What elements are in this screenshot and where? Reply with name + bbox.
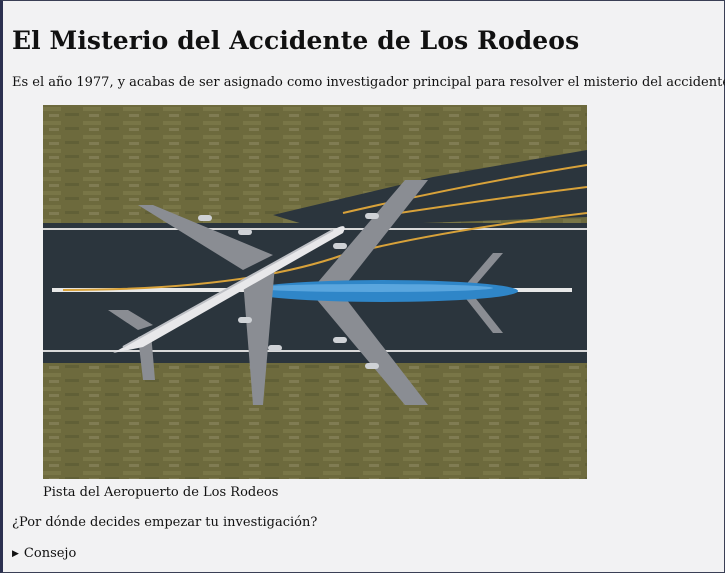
figure-caption: Pista del Aeropuerto de Los Rodeos xyxy=(43,485,279,500)
hint-disclosure[interactable]: ▶ Consejo xyxy=(12,546,76,561)
page-title: El Misterio del Accidente de Los Rodeos xyxy=(12,26,580,55)
page-content: El Misterio del Accidente de Los Rodeos … xyxy=(12,0,725,573)
figure: Pista del Aeropuerto de Los Rodeos xyxy=(43,105,587,500)
disclosure-triangle-icon: ▶ xyxy=(12,549,19,559)
intro-paragraph: Es el año 1977, y acabas de ser asignado… xyxy=(12,75,725,90)
investigation-question: ¿Por dónde decides empezar tu investigac… xyxy=(12,515,318,530)
runway-collision-illustration xyxy=(43,105,587,479)
hint-label: Consejo xyxy=(23,546,77,561)
